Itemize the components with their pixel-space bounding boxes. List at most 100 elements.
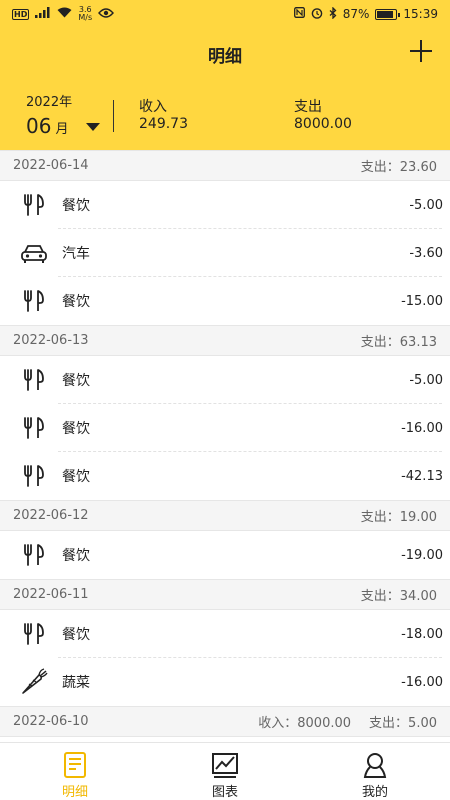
day-total-value: 23.60 (399, 160, 437, 175)
chart-icon (211, 751, 239, 779)
day-total-label: 支出： (369, 716, 409, 731)
day-summary: 支出：23.60 (361, 156, 437, 175)
tab-charts[interactable]: 图表 (150, 743, 300, 800)
expense-label: 支出 (294, 99, 322, 115)
utensils-icon (20, 287, 48, 315)
amount: -42.13 (401, 468, 443, 484)
utensils-icon (20, 414, 48, 442)
date-label: 2022-06-12 (13, 508, 89, 523)
category-name: 餐饮 (62, 294, 90, 310)
month-unit: 月 (55, 122, 69, 137)
day-total-value: 19.00 (399, 510, 437, 525)
wifi-icon (57, 7, 72, 21)
date-header: 2022-06-10 收入：8000.00 支出：5.00 (0, 706, 450, 737)
list-item[interactable]: 餐饮 -5.00 (0, 356, 450, 404)
network-speed: 3.6 M/s (78, 5, 93, 22)
day-total-value: 34.00 (399, 589, 437, 604)
category-name: 蔬菜 (62, 675, 90, 691)
amount: -15.00 (401, 293, 443, 309)
date-header: 2022-06-11 支出：34.00 (0, 579, 450, 610)
day-summary: 支出：63.13 (361, 331, 437, 350)
day-total: 支出：34.00 (361, 585, 437, 604)
day-entries: 餐饮 -5.00 汽车 -3.60 餐饮 -15.00 (0, 181, 450, 325)
amount: -16.00 (401, 420, 443, 436)
hd-indicator: HD (12, 8, 30, 20)
day-total: 支出：23.60 (361, 156, 437, 175)
battery-percent: 87% (342, 7, 370, 21)
category-name: 餐饮 (62, 548, 90, 564)
day-total: 收入：8000.00 (258, 712, 351, 731)
day-total-value: 63.13 (399, 335, 437, 350)
amount: -16.00 (401, 674, 443, 690)
day-total-label: 支出： (360, 589, 400, 604)
add-record-button[interactable] (408, 38, 434, 64)
income-label: 收入 (139, 99, 167, 115)
list-item[interactable]: 餐饮 -18.00 (0, 610, 450, 658)
tab-label: 图表 (211, 785, 238, 800)
month-picker[interactable]: 06 月 (26, 114, 68, 138)
summary-header: 明细 2022年 06 月 收入 249.73 支出 8000.00 (0, 28, 450, 150)
category-name: 餐饮 (62, 627, 90, 643)
expense-value: 8000.00 (294, 116, 352, 132)
day-total-label: 收入： (258, 716, 298, 731)
day-total: 支出：19.00 (361, 506, 437, 525)
divider (113, 100, 114, 132)
tab-details[interactable]: 明细 (0, 743, 150, 800)
year-label[interactable]: 2022年 (26, 91, 72, 110)
eye-icon (98, 7, 115, 21)
tab-mine[interactable]: 我的 (300, 743, 450, 800)
nfc-icon (293, 7, 305, 21)
bluetooth-icon (329, 5, 337, 22)
day-total-value: 5.00 (408, 716, 437, 731)
amount: -5.00 (409, 197, 443, 213)
list-item[interactable]: 餐饮 -42.13 (0, 452, 450, 500)
amount: -18.00 (401, 626, 443, 642)
day-total-label: 支出： (360, 510, 400, 525)
status-bar: HD 3.6 M/s 87% 15:39 (0, 0, 450, 28)
signal-icon (35, 7, 51, 21)
day-total-label: 支出： (360, 335, 400, 350)
category-name: 餐饮 (62, 469, 90, 485)
month-value: 06 (26, 114, 52, 138)
caret-down-icon[interactable] (86, 123, 100, 131)
tab-label: 我的 (361, 785, 388, 800)
battery-icon (375, 8, 401, 20)
list-item[interactable]: 餐饮 -16.00 (0, 404, 450, 452)
date-label: 2022-06-13 (13, 333, 89, 348)
list-item[interactable]: 餐饮 -5.00 (0, 181, 450, 229)
utensils-icon (20, 620, 48, 648)
transaction-list[interactable]: 2022-06-14 支出：23.60 餐饮 -5.00 汽车 -3.60 餐饮 -15.00… (0, 150, 450, 742)
day-total-value: 8000.00 (297, 716, 352, 731)
user-icon (361, 751, 389, 779)
date-label: 2022-06-11 (13, 587, 89, 602)
day-total: 支出：63.13 (361, 331, 437, 350)
income-value: 249.73 (139, 116, 188, 132)
list-item[interactable]: 餐饮 -15.00 (0, 277, 450, 325)
amount: -3.60 (409, 245, 443, 261)
list-item[interactable]: 餐饮 -19.00 (0, 531, 450, 579)
utensils-icon (20, 191, 48, 219)
day-entries: 餐饮 -18.00 蔬菜 -16.00 (0, 610, 450, 706)
clock-time: 15:39 (403, 7, 438, 21)
notes-icon (61, 751, 89, 779)
car-icon (20, 239, 48, 267)
day-total-label: 支出： (360, 160, 400, 175)
date-label: 2022-06-10 (13, 714, 89, 729)
list-item[interactable]: 汽车 -3.60 (0, 229, 450, 277)
category-name: 餐饮 (62, 198, 90, 214)
list-item[interactable]: 蔬菜 -16.00 (0, 658, 450, 706)
utensils-icon (20, 462, 48, 490)
alarm-icon (311, 7, 323, 22)
date-header: 2022-06-14 支出：23.60 (0, 150, 450, 181)
amount: -19.00 (401, 547, 443, 563)
page-title: 明细 (208, 47, 242, 67)
category-name: 餐饮 (62, 373, 90, 389)
carrot-icon (20, 668, 48, 696)
day-entries: 餐饮 -19.00 (0, 531, 450, 579)
utensils-icon (20, 366, 48, 394)
tab-label: 明细 (61, 785, 88, 800)
category-name: 餐饮 (62, 421, 90, 437)
day-total: 支出：5.00 (369, 712, 437, 731)
bottom-tab-bar: 明细 图表 我的 (0, 742, 450, 800)
date-header: 2022-06-13 支出：63.13 (0, 325, 450, 356)
